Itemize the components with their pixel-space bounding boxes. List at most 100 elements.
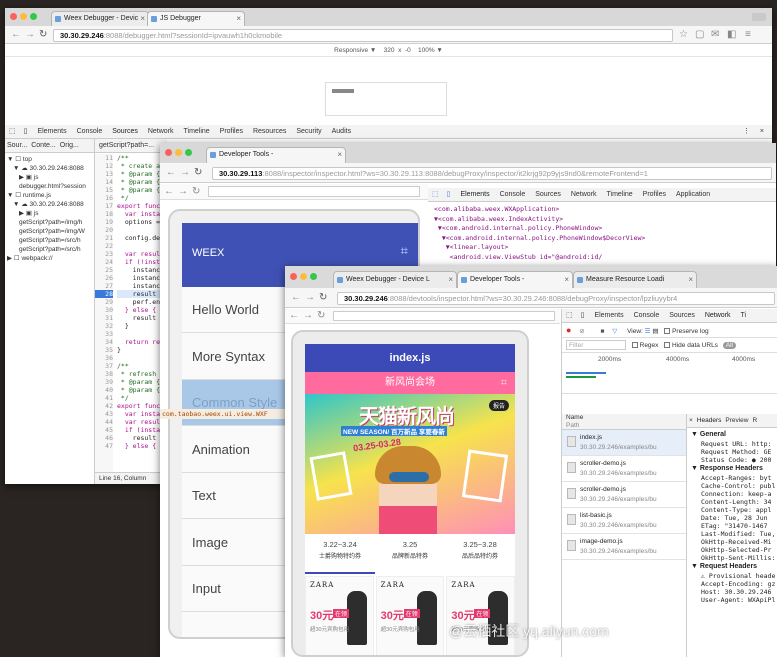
screencast-url-input[interactable] bbox=[333, 311, 555, 321]
close-tab-icon[interactable]: × bbox=[140, 12, 145, 26]
back-icon[interactable]: ← bbox=[289, 309, 299, 323]
line-number[interactable]: 33 bbox=[95, 330, 113, 338]
tree-item[interactable]: getScript?path=/src/h bbox=[5, 245, 95, 254]
devtools-tab-elements[interactable]: Elements bbox=[456, 188, 493, 201]
extension-icon[interactable]: ✉ bbox=[711, 28, 719, 42]
height-input[interactable]: -0 bbox=[405, 47, 411, 54]
date-tab[interactable]: 3.25 品牌新品特券 bbox=[375, 534, 445, 574]
devtools-tab-elements[interactable]: Elements bbox=[590, 309, 627, 322]
line-number[interactable]: 41 bbox=[95, 394, 113, 402]
request-row[interactable]: scroller-demo.js 30.30.29.246/examples/bu bbox=[562, 482, 686, 508]
devtools-tab-application[interactable]: Application bbox=[672, 188, 714, 201]
devtools-tab-audits[interactable]: Audits bbox=[328, 125, 355, 138]
minimize-window-button[interactable] bbox=[175, 149, 182, 156]
inspect-icon[interactable]: ⬚ bbox=[562, 309, 577, 322]
inspect-icon[interactable]: ⬚ bbox=[5, 125, 20, 138]
request-row[interactable]: image-demo.js 30.30.29.246/examples/bu bbox=[562, 534, 686, 560]
general-section-title[interactable]: ▼ General bbox=[687, 430, 777, 440]
maximize-window-button[interactable] bbox=[30, 13, 37, 20]
line-number[interactable]: 31 bbox=[95, 314, 113, 322]
maximize-window-button[interactable] bbox=[185, 149, 192, 156]
inspect-icon[interactable]: ⬚ bbox=[428, 188, 443, 201]
forward-icon[interactable]: → bbox=[303, 309, 313, 323]
line-number[interactable]: 22 bbox=[95, 242, 113, 250]
regex-checkbox[interactable] bbox=[631, 342, 638, 349]
reload-icon[interactable]: ↻ bbox=[194, 166, 202, 180]
line-number[interactable]: 23 bbox=[95, 250, 113, 258]
tree-item[interactable]: ▼ ☐ runtime.js bbox=[5, 191, 95, 200]
reload-icon[interactable]: ↻ bbox=[319, 291, 327, 305]
back-icon[interactable]: ← bbox=[164, 185, 174, 199]
tree-item[interactable]: ▼ ☁ 30.30.29.246:8088 bbox=[5, 200, 95, 209]
close-tab-icon[interactable]: × bbox=[337, 148, 342, 162]
tree-item[interactable]: ▶ ▣ js bbox=[5, 173, 95, 182]
line-number[interactable]: 42 bbox=[95, 402, 113, 410]
devtools-tab-profiles[interactable]: Profiles bbox=[639, 188, 670, 201]
request-row[interactable]: scroller-demo.js 30.30.29.246/examples/bu bbox=[562, 456, 686, 482]
tree-item[interactable]: getScript?path=/src/h bbox=[5, 236, 95, 245]
minimize-window-button[interactable] bbox=[20, 13, 27, 20]
filter-all-button[interactable]: All bbox=[722, 342, 736, 349]
devtools-tab-network[interactable]: Network bbox=[567, 188, 601, 201]
line-number[interactable]: 26 bbox=[95, 274, 113, 282]
devtools-tab-profiles[interactable]: Profiles bbox=[216, 125, 247, 138]
dom-node[interactable]: <com.alibaba.weex.WXApplication> bbox=[434, 205, 774, 215]
devtools-tab-console[interactable]: Console bbox=[73, 125, 107, 138]
promo-banner[interactable]: 天猫新风尚 NEW SEASON/ 百万新品 享要春新 报告 03.25-03.… bbox=[305, 394, 515, 534]
tree-item[interactable]: ▶ ☐ webpack:// bbox=[5, 254, 95, 263]
column-name[interactable]: Name bbox=[566, 414, 686, 422]
close-tab-icon[interactable]: × bbox=[236, 12, 241, 26]
line-number[interactable]: 16 bbox=[95, 194, 113, 202]
line-number[interactable]: 34 bbox=[95, 338, 113, 346]
line-number[interactable]: 27 bbox=[95, 282, 113, 290]
forward-icon[interactable]: → bbox=[25, 28, 35, 42]
device-mode-icon[interactable]: ▯ bbox=[577, 309, 589, 322]
line-number[interactable]: 40 bbox=[95, 386, 113, 394]
request-row[interactable]: index.js 30.30.29.246/examples/bu bbox=[562, 430, 686, 456]
line-number[interactable]: 11 bbox=[95, 154, 113, 162]
close-detail-icon[interactable]: × bbox=[687, 414, 695, 427]
back-icon[interactable]: ← bbox=[11, 28, 21, 42]
tree-item[interactable]: getScript?path=/img/h bbox=[5, 218, 95, 227]
devtools-tab-timeline[interactable]: Timeline bbox=[603, 188, 637, 201]
line-number[interactable]: 35 bbox=[95, 346, 113, 354]
scan-icon[interactable]: ⌗ bbox=[501, 372, 507, 394]
devtools-tab-console[interactable]: Console bbox=[496, 188, 530, 201]
line-number[interactable]: 38 bbox=[95, 370, 113, 378]
devtools-tab-timeline[interactable]: Ti bbox=[737, 309, 751, 322]
devtools-menu-icon[interactable]: ⋮ bbox=[739, 125, 754, 138]
device-mode-icon[interactable]: ▯ bbox=[20, 125, 32, 138]
minimize-window-button[interactable] bbox=[300, 273, 307, 280]
tab-preview[interactable]: Preview bbox=[723, 414, 750, 427]
line-number[interactable]: 17 bbox=[95, 202, 113, 210]
devtools-tab-security[interactable]: Security bbox=[292, 125, 325, 138]
tab-headers[interactable]: Headers bbox=[695, 414, 724, 427]
tree-item[interactable]: getScript?path=/img/W bbox=[5, 227, 95, 236]
line-number[interactable]: 46 bbox=[95, 434, 113, 442]
close-tab-icon[interactable]: × bbox=[564, 272, 569, 288]
devtools-tab-network[interactable]: Network bbox=[701, 309, 735, 322]
record-icon[interactable]: ● bbox=[566, 325, 571, 335]
tree-item[interactable]: ▼ ☁ 30.30.29.246:8088 bbox=[5, 164, 95, 173]
tab-developer-tools[interactable]: Developer Tools - × bbox=[206, 147, 346, 163]
extension-icon[interactable]: ▢ bbox=[695, 28, 704, 42]
close-window-button[interactable] bbox=[290, 273, 297, 280]
line-number[interactable]: 30 bbox=[95, 306, 113, 314]
navigator-tab-content[interactable]: Conte... bbox=[29, 139, 58, 152]
filter-input[interactable]: Filter bbox=[566, 340, 626, 351]
tree-item[interactable]: debugger.html?session bbox=[5, 182, 95, 191]
line-number[interactable]: 47 bbox=[95, 442, 113, 450]
address-bar[interactable]: 30.30.29.246:8088/debugger.html?sessionI… bbox=[53, 29, 673, 42]
tab-weex-debugger[interactable]: Weex Debugger - Device L × bbox=[333, 271, 457, 288]
line-number[interactable]: 45 bbox=[95, 426, 113, 434]
reload-icon[interactable]: ↻ bbox=[317, 309, 325, 323]
line-number[interactable]: 43 bbox=[95, 410, 113, 418]
forward-icon[interactable]: → bbox=[180, 166, 190, 180]
maximize-window-button[interactable] bbox=[310, 273, 317, 280]
devtools-tab-network[interactable]: Network bbox=[144, 125, 178, 138]
devtools-tab-resources[interactable]: Resources bbox=[249, 125, 290, 138]
forward-icon[interactable]: → bbox=[178, 185, 188, 199]
tab-response[interactable]: R bbox=[751, 414, 760, 427]
request-row[interactable]: list-basic.js 30.30.29.246/examples/bu bbox=[562, 508, 686, 534]
line-number[interactable]: 12 bbox=[95, 162, 113, 170]
